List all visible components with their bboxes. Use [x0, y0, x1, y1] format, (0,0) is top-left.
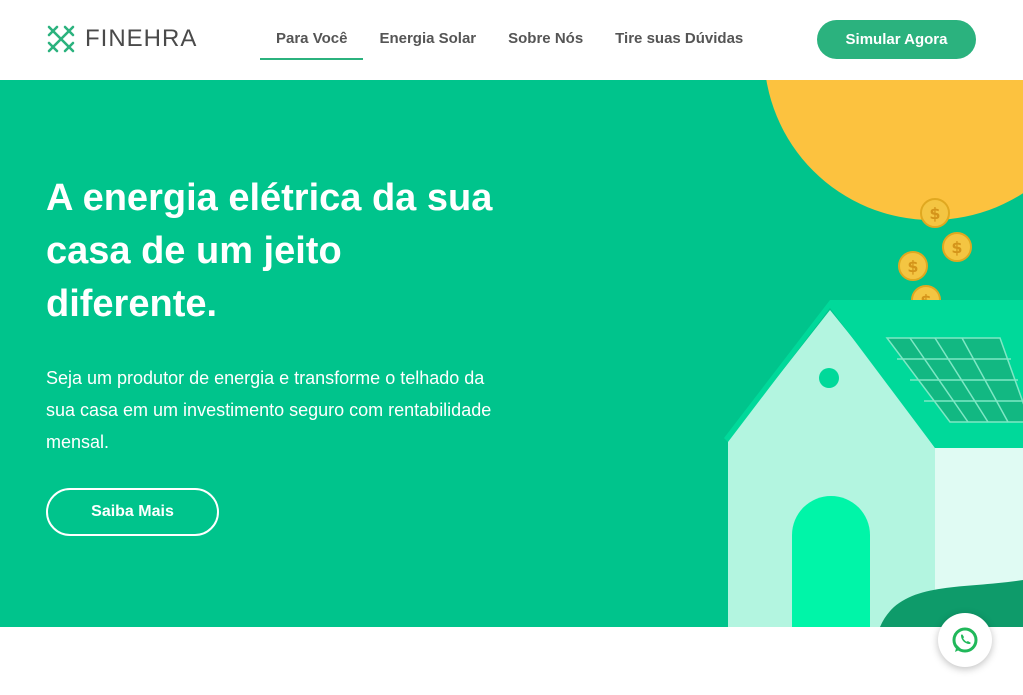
coin-icon: $: [898, 251, 928, 281]
site-header: FINEHRA Para Você Energia Solar Sobre Nó…: [0, 0, 1023, 80]
nav-item-label: Sobre Nós: [508, 29, 584, 47]
house-window: [819, 368, 839, 388]
svg-text:$: $: [907, 257, 918, 276]
svg-text:$: $: [929, 204, 940, 223]
nav-item-para-voce[interactable]: Para Você: [260, 0, 364, 80]
nav-item-sobre-nos[interactable]: Sobre Nós: [492, 0, 599, 80]
sun-shape: [766, 80, 1023, 220]
whatsapp-icon: [952, 627, 978, 653]
finehra-logo-icon: [47, 25, 75, 53]
saiba-mais-button[interactable]: Saiba Mais: [46, 488, 219, 536]
coin-icon: $: [942, 232, 972, 262]
nav-item-energia-solar[interactable]: Energia Solar: [363, 0, 492, 80]
svg-text:$: $: [951, 238, 962, 257]
page-below-hero: [0, 627, 1023, 695]
hero-title: A energia elétrica da sua casa de um jei…: [46, 177, 493, 325]
solar-house-illustration: $ $ $ $: [724, 80, 1023, 627]
nav-item-label: Energia Solar: [379, 29, 477, 47]
nav-item-label: Tire suas Dúvidas: [615, 29, 744, 47]
logo[interactable]: FINEHRA: [45, 22, 197, 56]
coin-icon: $: [920, 198, 950, 228]
hero-section: A energia elétrica da sua casa de um jei…: [0, 80, 1023, 627]
simular-agora-button[interactable]: Simular Agora: [817, 20, 976, 59]
whatsapp-button[interactable]: [938, 613, 992, 667]
house-door: [792, 496, 870, 627]
main-nav: Para Você Energia Solar Sobre Nós Tire s…: [260, 0, 759, 80]
nav-item-label: Para Você: [276, 29, 348, 47]
nav-item-tire-suas-duvidas[interactable]: Tire suas Dúvidas: [599, 0, 759, 80]
hero-subtitle: Seja um produtor de energia e transforme…: [46, 368, 492, 452]
brand-name: FINEHRA: [85, 25, 198, 52]
